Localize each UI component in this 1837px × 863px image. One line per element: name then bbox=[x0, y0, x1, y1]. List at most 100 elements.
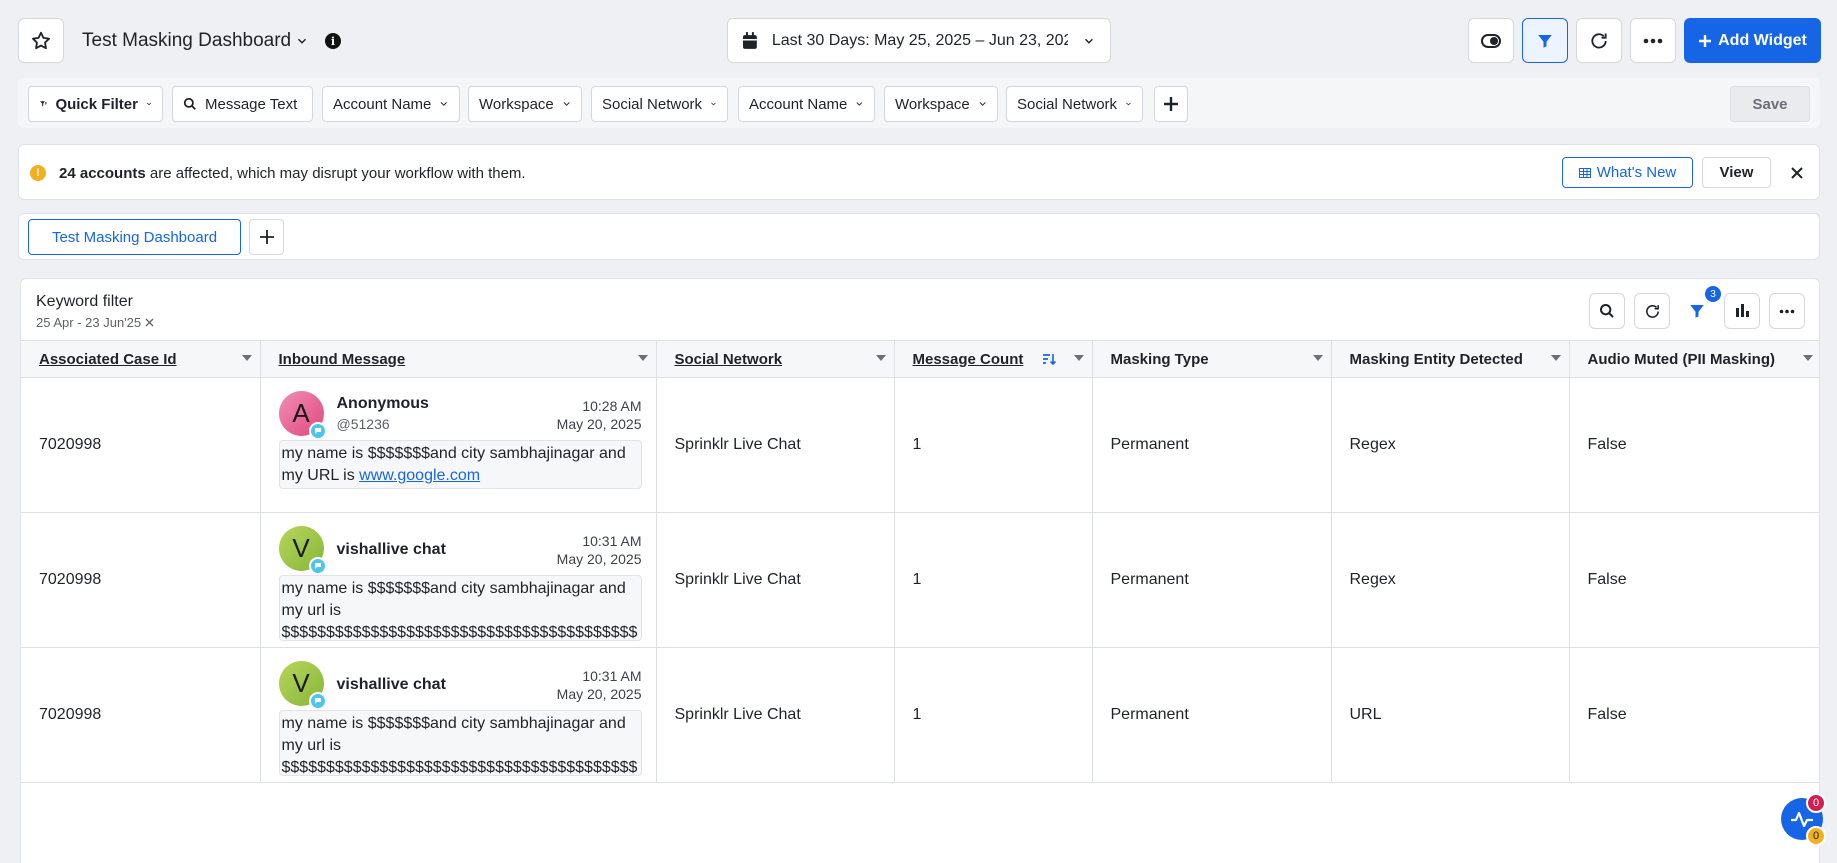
masking-entity-cell: Regex bbox=[1331, 512, 1570, 648]
chevron-down-icon bbox=[563, 102, 570, 106]
dashboard-switcher-button[interactable] bbox=[289, 28, 315, 54]
filter-chip-label: Social Network bbox=[602, 95, 703, 113]
user-name[interactable]: Anonymous bbox=[337, 395, 429, 413]
message-header: V vishallive chat 10:31 AM May 20, 2025 bbox=[278, 513, 642, 575]
message-date: May 20, 2025 bbox=[556, 416, 642, 432]
message-date: May 20, 2025 bbox=[556, 551, 642, 567]
column-header-audio-muted[interactable]: Audio Muted (PII Masking) bbox=[1569, 340, 1819, 378]
filter-button[interactable] bbox=[1522, 18, 1568, 63]
message-text: my name is $$$$$$$and city sambhajinagar… bbox=[281, 715, 638, 776]
widget-search-button[interactable] bbox=[1589, 293, 1625, 329]
chevron-down-icon bbox=[856, 102, 863, 106]
chevron-down-icon bbox=[1126, 102, 1131, 106]
calendar-icon bbox=[742, 31, 757, 49]
table-row[interactable]: 7020998 A Anonymous @51236 10:28 AM May 2… bbox=[21, 377, 1819, 513]
widget-date-range: 25 Apr - 23 Jun'25 bbox=[36, 315, 154, 330]
refresh-icon bbox=[1591, 32, 1607, 49]
save-button[interactable]: Save bbox=[1730, 86, 1810, 122]
user-name[interactable]: vishallive chat bbox=[337, 541, 446, 559]
quick-filter-icon bbox=[40, 101, 47, 107]
column-menu-icon[interactable] bbox=[241, 355, 252, 361]
filter-chip-social-network[interactable]: Social Network bbox=[591, 86, 728, 122]
column-label: Associated Case Id bbox=[39, 350, 177, 368]
refresh-icon bbox=[1645, 304, 1659, 318]
column-menu-icon[interactable] bbox=[1312, 355, 1323, 361]
view-button[interactable]: View bbox=[1702, 157, 1771, 188]
sort-descending-icon[interactable] bbox=[1042, 352, 1056, 366]
filter-chip-social-network[interactable]: Social Network bbox=[1006, 86, 1143, 122]
inbound-message-cell[interactable]: V vishallive chat 10:31 AM May 20, 2025 m… bbox=[260, 512, 657, 648]
column-header-inbound-message[interactable]: Inbound Message bbox=[260, 340, 657, 378]
column-header-message-count[interactable]: Message Count bbox=[894, 340, 1093, 378]
add-filter-button[interactable] bbox=[1154, 86, 1188, 122]
info-icon[interactable]: i bbox=[325, 33, 341, 49]
quick-filter-label: Quick Filter bbox=[55, 95, 138, 113]
inbound-message-cell[interactable]: A Anonymous @51236 10:28 AM May 20, 2025 … bbox=[260, 377, 657, 513]
masking-type-cell: Permanent bbox=[1092, 647, 1332, 783]
widget-more-button[interactable] bbox=[1769, 293, 1805, 329]
more-options-button[interactable] bbox=[1630, 18, 1676, 63]
inbound-message-cell[interactable]: V vishallive chat 10:31 AM May 20, 2025 m… bbox=[260, 647, 657, 783]
audio-muted-cell: False bbox=[1569, 377, 1819, 513]
chevron-down-icon bbox=[441, 102, 448, 106]
column-header-case-id[interactable]: Associated Case Id bbox=[21, 340, 261, 378]
search-icon bbox=[1600, 304, 1614, 318]
add-tab-button[interactable] bbox=[249, 219, 284, 255]
message-header: V vishallive chat 10:31 AM May 20, 2025 bbox=[278, 648, 642, 710]
table-row[interactable]: 7020998 V vishallive chat 10:31 AM May 20… bbox=[21, 512, 1819, 648]
toggle-view-button[interactable] bbox=[1468, 18, 1514, 63]
whats-new-button[interactable]: What's New bbox=[1562, 157, 1693, 188]
add-widget-button[interactable]: Add Widget bbox=[1684, 18, 1821, 63]
date-range-picker[interactable]: Last 30 Days: May 25, 2025 – Jun 23, 202… bbox=[727, 18, 1111, 63]
column-label: Masking Entity Detected bbox=[1349, 350, 1523, 368]
plus-icon bbox=[1164, 97, 1178, 111]
audio-muted-cell: False bbox=[1569, 512, 1819, 648]
masking-entity-cell: URL bbox=[1331, 647, 1570, 783]
filter-chip-label: Account Name bbox=[749, 95, 848, 113]
grid-icon bbox=[1578, 167, 1591, 178]
quick-filter-dropdown[interactable]: Quick Filter bbox=[28, 86, 163, 122]
refresh-button[interactable] bbox=[1576, 18, 1622, 63]
filter-icon bbox=[1690, 305, 1704, 318]
filter-chip-account-name[interactable]: Account Name bbox=[322, 86, 460, 122]
plus-icon bbox=[1699, 34, 1712, 47]
message-text: my name is $$$$$$$and city sambhajinagar… bbox=[281, 580, 638, 641]
top-bar: Test Masking Dashboard i Last 30 Days: M… bbox=[0, 0, 1837, 78]
message-count-cell: 1 bbox=[894, 512, 1093, 648]
widget-refresh-button[interactable] bbox=[1634, 293, 1670, 329]
column-menu-icon[interactable] bbox=[1073, 355, 1084, 361]
column-header-social-network[interactable]: Social Network bbox=[656, 340, 895, 378]
favorite-star-button[interactable] bbox=[18, 18, 64, 63]
social-network-cell: Sprinklr Live Chat bbox=[656, 512, 895, 648]
tab-test-masking-dashboard[interactable]: Test Masking Dashboard bbox=[28, 219, 241, 255]
column-menu-icon[interactable] bbox=[1802, 355, 1813, 361]
message-text-filter[interactable]: Message Text bbox=[172, 86, 313, 122]
column-menu-icon[interactable] bbox=[1550, 355, 1561, 361]
column-menu-icon[interactable] bbox=[637, 355, 648, 361]
message-link[interactable]: www.google.com bbox=[359, 467, 480, 484]
filter-count-badge: 3 bbox=[1705, 286, 1721, 302]
filter-chip-account-name[interactable]: Account Name bbox=[738, 86, 875, 122]
column-menu-icon[interactable] bbox=[875, 355, 886, 361]
case-id-cell: 7020998 bbox=[21, 377, 261, 513]
alert-message: 24 accounts are affected, which may disr… bbox=[59, 165, 526, 182]
filter-bar: Quick Filter Message Text Account Name W… bbox=[18, 78, 1820, 128]
close-alert-button[interactable] bbox=[1787, 163, 1807, 183]
warning-icon: ! bbox=[30, 165, 46, 181]
table-row[interactable]: 7020998 V vishallive chat 10:31 AM May 20… bbox=[21, 647, 1819, 783]
filter-chip-workspace[interactable]: Workspace bbox=[468, 86, 582, 122]
column-label: Masking Type bbox=[1110, 350, 1209, 368]
widget-chart-button[interactable] bbox=[1724, 293, 1760, 329]
data-table: Associated Case Id Inbound Message Socia… bbox=[21, 340, 1819, 783]
filter-chip-workspace[interactable]: Workspace bbox=[884, 86, 998, 122]
column-header-masking-entity[interactable]: Masking Entity Detected bbox=[1331, 340, 1570, 378]
message-bubble: my name is $$$$$$$and city sambhajinagar… bbox=[278, 575, 642, 641]
column-header-masking-type[interactable]: Masking Type bbox=[1092, 340, 1332, 378]
dashboard-tabs: Test Masking Dashboard bbox=[18, 213, 1820, 260]
alert-text: are affected, which may disrupt your wor… bbox=[145, 165, 526, 182]
masking-type-cell: Permanent bbox=[1092, 512, 1332, 648]
bar-chart-icon bbox=[1736, 304, 1749, 317]
close-icon[interactable] bbox=[145, 318, 154, 327]
user-name[interactable]: vishallive chat bbox=[337, 676, 446, 694]
widget-filter-button[interactable]: 3 bbox=[1679, 286, 1721, 329]
